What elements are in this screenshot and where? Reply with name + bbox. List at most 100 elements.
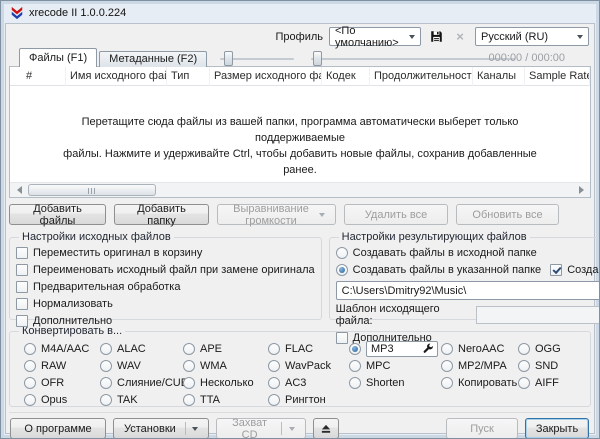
checkbox-full-output-path[interactable]: Создавать полный исходящий путь <box>550 262 600 278</box>
format-grid: M4A/AACALACAPEFLAC MP3NeroAACOGG RAWWAVWMA… <box>16 338 584 408</box>
scrollbar-thumb[interactable] <box>28 184 156 196</box>
column-header-4[interactable]: Размер исходного файла <box>210 67 322 86</box>
radio-create-in-custom-folder[interactable]: Создавать файлы в указанной папке <box>336 262 542 278</box>
radio-icon <box>24 394 36 406</box>
format-option-ac3[interactable]: AC3 <box>268 377 349 389</box>
format-option-tak[interactable]: TAK <box>100 394 183 406</box>
table-header-row: #Имя исходного файлаТипРазмер исходного … <box>10 67 590 86</box>
bottom-button-row: О программе Установки Захват CD Пуск Зак… <box>9 412 591 439</box>
seek-slider[interactable] <box>311 51 515 67</box>
scroll-right-button[interactable] <box>574 183 590 197</box>
checkbox-icon <box>336 332 348 344</box>
radio-icon <box>100 377 112 389</box>
scroll-left-button[interactable] <box>10 183 26 197</box>
presets-button[interactable]: Установки <box>113 418 209 439</box>
selected-format-box[interactable]: MP3 <box>366 341 438 357</box>
format-option-snd[interactable]: SND <box>518 360 584 372</box>
radio-icon <box>24 360 36 372</box>
column-header-2[interactable]: Имя исходного файла <box>66 67 167 86</box>
radio-icon <box>349 360 361 372</box>
language-select-value: Русский (RU) <box>481 31 548 43</box>
format-option-wav[interactable]: WAV <box>100 360 183 372</box>
volume-slider[interactable] <box>220 51 294 67</box>
tab-metadata[interactable]: Метаданные (F2) <box>99 51 207 67</box>
format-option-wma[interactable]: WMA <box>183 360 268 372</box>
format-option-ape[interactable]: APE <box>183 343 268 355</box>
tab-files[interactable]: Файлы (F1) <box>19 48 97 67</box>
format-option-ogg[interactable]: OGG <box>518 343 584 355</box>
title-bar[interactable]: xrecode II 1.0.0.224 <box>1 1 599 23</box>
template-input[interactable] <box>476 306 600 324</box>
format-option-shorten[interactable]: Shorten <box>349 377 441 389</box>
grip-icon <box>88 188 96 194</box>
seek-slider-thumb[interactable] <box>313 51 322 66</box>
save-profile-button[interactable] <box>427 28 445 46</box>
format-option-aiff[interactable]: AIFF <box>518 377 584 389</box>
format-option-mp3[interactable]: MP3 <box>349 341 441 357</box>
checkbox-icon <box>16 298 28 310</box>
profile-select-value: <По умолчанию> <box>335 25 409 49</box>
close-button[interactable]: Закрыть <box>525 418 589 439</box>
format-option-m4a-aac[interactable]: M4A/AAC <box>24 343 100 355</box>
checkbox-icon <box>550 264 562 276</box>
column-header-5[interactable]: Кодек <box>322 67 370 86</box>
settings-row: Настройки исходных файлов Переместить ор… <box>9 231 591 320</box>
format-option-слияние-cue[interactable]: Слияние/CUE <box>100 377 183 389</box>
language-select[interactable]: Русский (RU) <box>475 27 589 46</box>
radio-icon <box>100 394 112 406</box>
template-row: Шаблон исходящего файла: Настройки <box>336 303 600 327</box>
volume-slider-thumb[interactable] <box>224 51 233 66</box>
format-option-рингтон[interactable]: Рингтон <box>268 394 349 406</box>
wrench-icon <box>423 343 434 354</box>
radio-icon <box>349 377 361 389</box>
radio-icon <box>24 377 36 389</box>
source-option-2[interactable]: Переименовать исходный файл при замене о… <box>16 262 315 278</box>
format-option-flac[interactable]: FLAC <box>268 343 349 355</box>
column-header-7[interactable]: Каналы <box>473 67 525 86</box>
format-option-opus[interactable]: Opus <box>24 394 100 406</box>
column-header-6[interactable]: Продолжительность <box>370 67 473 86</box>
format-option-wavpack[interactable]: WavPack <box>268 360 349 372</box>
eject-icon <box>320 423 332 435</box>
radio-icon <box>268 343 280 355</box>
format-option-несколько[interactable]: Несколько <box>183 377 268 389</box>
chevron-down-icon <box>192 427 198 434</box>
source-option-4[interactable]: Нормализовать <box>16 296 315 312</box>
column-header-3[interactable]: Тип <box>167 67 210 86</box>
arrow-right-icon <box>579 186 588 194</box>
radio-icon <box>441 377 453 389</box>
column-header-8[interactable]: Sample Rate <box>525 67 590 86</box>
format-option-mpc[interactable]: MPC <box>349 360 441 372</box>
format-option-raw[interactable]: RAW <box>24 360 100 372</box>
client-area: Профиль <По умолчанию> <box>5 23 595 434</box>
format-option-ofr[interactable]: OFR <box>24 377 100 389</box>
source-option-1[interactable]: Переместить оригинал в корзину <box>16 245 315 261</box>
format-option-mp2-mpa[interactable]: MP2/MPA <box>441 360 518 372</box>
radio-create-in-source-folder[interactable]: Создавать файлы в исходной папке <box>336 245 600 261</box>
table-body[interactable]: Перетащите сюда файлы из вашей папки, пр… <box>10 87 590 182</box>
about-button[interactable]: О программе <box>10 418 106 439</box>
format-option-tta[interactable]: TTA <box>183 394 268 406</box>
radio-icon <box>183 360 195 372</box>
format-option-копировать[interactable]: Копировать <box>441 377 518 389</box>
output-settings-group: Настройки результирующих файлов Создават… <box>329 231 600 320</box>
column-header-1[interactable]: # <box>10 67 66 86</box>
source-option-3[interactable]: Предварительная обработка <box>16 279 315 295</box>
delete-profile-button[interactable]: × <box>451 28 469 46</box>
output-path-value: C:\Users\Dmitry92\Music\ <box>342 285 467 297</box>
eject-button[interactable] <box>313 418 339 439</box>
source-settings-group: Настройки исходных файлов Переместить ор… <box>9 231 322 320</box>
format-option-neroaac[interactable]: NeroAAC <box>441 343 518 355</box>
tab-band: Файлы (F1) Метаданные (F2) <box>9 48 591 66</box>
horizontal-scrollbar[interactable] <box>10 182 590 197</box>
add-folder-button[interactable]: Добавить папку <box>114 204 209 225</box>
file-actions-row: Добавить файлы Добавить папку Выравниван… <box>9 204 591 225</box>
format-option-alac[interactable]: ALAC <box>100 343 183 355</box>
radio-icon <box>268 377 280 389</box>
output-path-select[interactable]: C:\Users\Dmitry92\Music\ <box>336 281 600 300</box>
profile-select[interactable]: <По умолчанию> <box>329 27 421 46</box>
add-files-button[interactable]: Добавить файлы <box>9 204 106 225</box>
window-title: xrecode II 1.0.0.224 <box>29 7 126 19</box>
cd-rip-button: Захват CD <box>216 418 306 439</box>
radio-icon <box>441 360 453 372</box>
